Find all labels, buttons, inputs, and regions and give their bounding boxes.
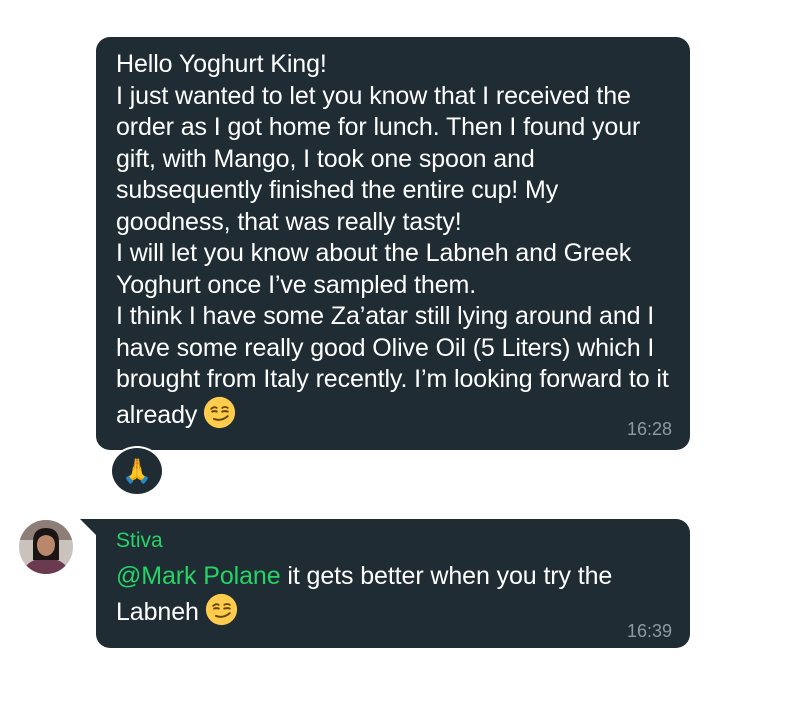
mention-link[interactable]: @Mark Polane [116,562,281,590]
avatar[interactable] [19,520,73,574]
user-avatar-icon [19,520,73,574]
message-bubble-incoming[interactable]: Hello Yoghurt King! I just wanted to let… [96,37,690,450]
sender-name[interactable]: Stiva [116,529,670,553]
message-body: Hello Yoghurt King! I just wanted to let… [116,50,669,429]
message-text: Hello Yoghurt King! I just wanted to let… [116,49,670,431]
message-timestamp: 16:28 [626,419,672,439]
folded-hands-icon: 🙏 [122,457,152,485]
message-text: @Mark Polane it gets better when you try… [116,561,670,628]
smirking-face-emoji-icon [205,593,237,625]
message-bubble-incoming[interactable]: Stiva @Mark Polane it gets better when y… [96,519,690,648]
message-timestamp: 16:39 [626,621,672,641]
smirking-face-emoji-icon [204,396,236,428]
reaction-badge[interactable]: 🙏 [110,446,164,496]
